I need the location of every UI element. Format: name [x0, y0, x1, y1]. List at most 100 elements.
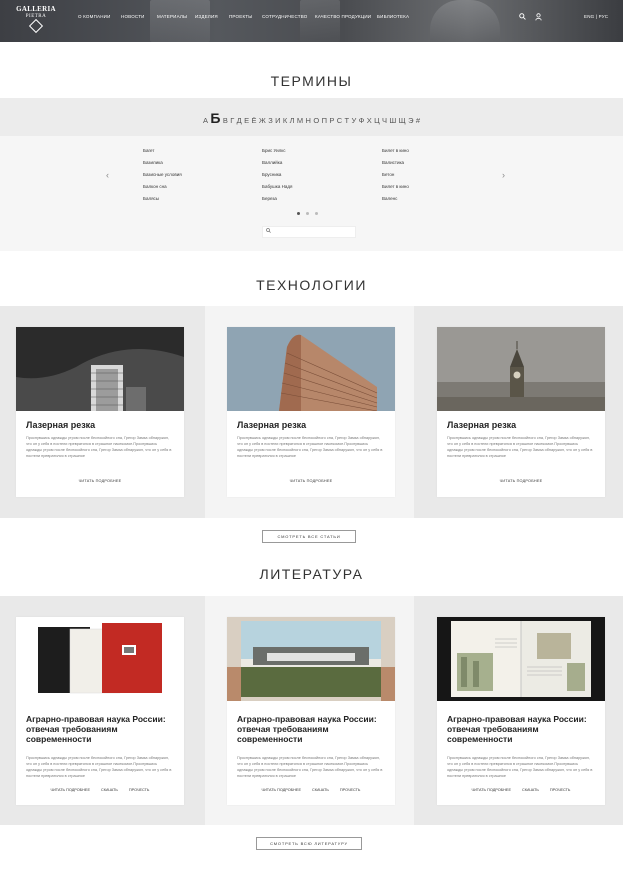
read-more-link[interactable]: ЧИТАТЬ ПОДРОБНЕЕ [227, 479, 395, 483]
alphabet-letter[interactable]: О [313, 116, 319, 125]
term-link[interactable]: Багет [143, 148, 182, 160]
tech-card-text: Проснувшись однажды утром после беспокой… [447, 436, 593, 458]
book-card-links: ЧИТАТЬ ПОДРОБНЕЕ СКАЧАТЬ ПРОЧЕСТЬ [16, 788, 184, 792]
language-switch: ENG | РУС [584, 14, 608, 19]
logo-mark-icon [28, 18, 44, 34]
read-online-link[interactable]: ПРОЧЕСТЬ [550, 788, 571, 792]
term-link[interactable]: Балкон сна [143, 184, 182, 196]
alphabet-letter[interactable]: Ё [252, 116, 257, 125]
alphabet-letter[interactable]: Ц [374, 116, 380, 125]
read-online-link[interactable]: ПРОЧЕСТЬ [129, 788, 150, 792]
tech-card-image [437, 327, 605, 411]
read-more-link[interactable]: ЧИТАТЬ ПОДРОБНЕЕ [16, 479, 184, 483]
alphabet-letter[interactable]: М [297, 116, 303, 125]
nav-item-company[interactable]: О КОМПАНИИ [78, 14, 111, 19]
nav-item-news[interactable]: НОВОСТИ [121, 14, 145, 19]
alphabet-letter[interactable]: З [268, 116, 273, 125]
alphabet-letter[interactable]: С [337, 116, 342, 125]
term-link[interactable]: Билет в кино [382, 148, 409, 160]
term-link[interactable]: Валистика [382, 160, 409, 172]
nav-item-cooperation[interactable]: СОТРУДНИЧЕСТВО [262, 14, 308, 19]
tech-card[interactable]: Лазерная резка Проснувшись однажды утром… [437, 327, 605, 497]
nav-item-quality[interactable]: КАЧЕСТВО ПРОДУКЦИИ [315, 14, 371, 19]
book-card-links: ЧИТАТЬ ПОДРОБНЕЕ СКАЧАТЬ ПРОЧЕСТЬ [227, 788, 395, 792]
alphabet-letter[interactable]: Ж [259, 116, 266, 125]
term-link[interactable]: Валлийка [262, 160, 292, 172]
alphabet-letter[interactable]: Г [230, 116, 234, 125]
alphabet-letter[interactable]: Е [244, 116, 249, 125]
book-card-title: Аграрно-правовая наука России: отвечая т… [447, 714, 587, 744]
alphabet-letter[interactable]: Э [408, 116, 413, 125]
book-card[interactable]: Аграрно-правовая наука России: отвечая т… [16, 617, 184, 805]
download-link[interactable]: СКАЧАТЬ [312, 788, 329, 792]
alphabet-letter[interactable]: Х [367, 116, 372, 125]
terms-search-input[interactable] [262, 226, 356, 238]
all-articles-button[interactable]: СМОТРЕТЬ ВСЕ СТАТЬИ [262, 530, 356, 543]
alphabet-letter[interactable]: К [283, 116, 287, 125]
terms-prev-arrow-icon[interactable]: ‹ [106, 170, 109, 180]
term-link[interactable]: Балясы [143, 196, 182, 208]
alphabet-letter[interactable]: А [203, 116, 208, 125]
tech-card-title: Лазерная резка [237, 420, 307, 430]
nav-item-materials[interactable]: МАТЕРИАЛЫ [157, 14, 187, 19]
alphabet-letter[interactable]: # [416, 116, 420, 125]
lang-en[interactable]: ENG [584, 14, 594, 19]
logo[interactable]: GALLERIA PIETRA [16, 5, 56, 34]
header-background-decor [300, 0, 340, 42]
nav-item-library[interactable]: БИБЛИОТЕКА [377, 14, 409, 19]
alphabet-letter[interactable]: И [275, 116, 280, 125]
book-card-text: Проснувшись однажды утром после беспокой… [447, 756, 593, 778]
terms-column-3: Билет в кино Валистика Бетон Билет в кино Ва… [382, 148, 409, 208]
header-background-decor [150, 0, 210, 42]
alphabet-letter[interactable]: Щ [399, 116, 406, 125]
alphabet-letter-active[interactable]: Б [210, 110, 220, 126]
alphabet-letter[interactable]: В [223, 116, 228, 125]
alphabet-letter[interactable]: Н [306, 116, 311, 125]
lang-ru[interactable]: РУС [599, 14, 609, 19]
pagination-dot[interactable] [306, 212, 309, 215]
nav-item-products[interactable]: ИЗДЕЛИЯ [195, 14, 218, 19]
term-link[interactable]: Билет в кино [382, 184, 409, 196]
read-online-link[interactable]: ПРОЧЕСТЬ [340, 788, 361, 792]
alphabet-letter[interactable]: У [351, 116, 356, 125]
alphabet-letter[interactable]: Ш [389, 116, 396, 125]
term-link[interactable]: Брусника [262, 172, 292, 184]
alphabet-letter[interactable]: Р [329, 116, 334, 125]
alphabet-letter[interactable]: Д [237, 116, 242, 125]
read-more-link[interactable]: ЧИТАТЬ ПОДРОБНЕЕ [472, 788, 511, 792]
alphabet-letter[interactable]: П [322, 116, 327, 125]
book-card[interactable]: Аграрно-правовая наука России: отвечая т… [227, 617, 395, 805]
term-link[interactable]: Бабушка Надя [262, 184, 292, 196]
terms-title: ТЕРМИНЫ [270, 73, 353, 89]
term-link[interactable]: Береза [262, 196, 292, 208]
nav-item-projects[interactable]: ПРОЕКТЫ [229, 14, 252, 19]
read-more-link[interactable]: ЧИТАТЬ ПОДРОБНЕЕ [262, 788, 301, 792]
term-link[interactable]: Базисные условия [143, 172, 182, 184]
alphabet-letter[interactable]: Ф [359, 116, 365, 125]
term-link[interactable]: Бетон [382, 172, 409, 184]
book-card[interactable]: Аграрно-правовая наука России: отвечая т… [437, 617, 605, 805]
download-link[interactable]: СКАЧАТЬ [522, 788, 539, 792]
alphabet-letter[interactable]: Л [290, 116, 295, 125]
tech-card[interactable]: Лазерная резка Проснувшись однажды утром… [16, 327, 184, 497]
terms-column-2: Брис Уилкс Валлийка Брусника Бабушка Надя Бе… [262, 148, 292, 208]
pagination-dot[interactable] [315, 212, 318, 215]
alphabet-letter[interactable]: Т [345, 116, 350, 125]
read-more-link[interactable]: ЧИТАТЬ ПОДРОБНЕЕ [437, 479, 605, 483]
alphabet-letter[interactable]: Ч [382, 116, 387, 125]
pagination-dot[interactable] [297, 212, 300, 215]
download-link[interactable]: СКАЧАТЬ [101, 788, 118, 792]
term-link[interactable]: Брис Уилкс [262, 148, 292, 160]
search-icon [266, 228, 271, 235]
term-link[interactable]: Базилика [143, 160, 182, 172]
book-card-links: ЧИТАТЬ ПОДРОБНЕЕ СКАЧАТЬ ПРОЧЕСТЬ [437, 788, 605, 792]
terms-next-arrow-icon[interactable]: › [502, 170, 505, 180]
all-literature-button[interactable]: СМОТРЕТЬ ВСЮ ЛИТЕРАТУРУ [256, 837, 362, 850]
read-more-link[interactable]: ЧИТАТЬ ПОДРОБНЕЕ [51, 788, 90, 792]
search-icon[interactable] [518, 13, 526, 21]
tech-card-title: Лазерная резка [26, 420, 96, 430]
book-card-image [227, 617, 395, 701]
tech-card[interactable]: Лазерная резка Проснувшись однажды утром… [227, 327, 395, 497]
user-icon[interactable] [534, 13, 542, 21]
term-link[interactable]: Валенс [382, 196, 409, 208]
